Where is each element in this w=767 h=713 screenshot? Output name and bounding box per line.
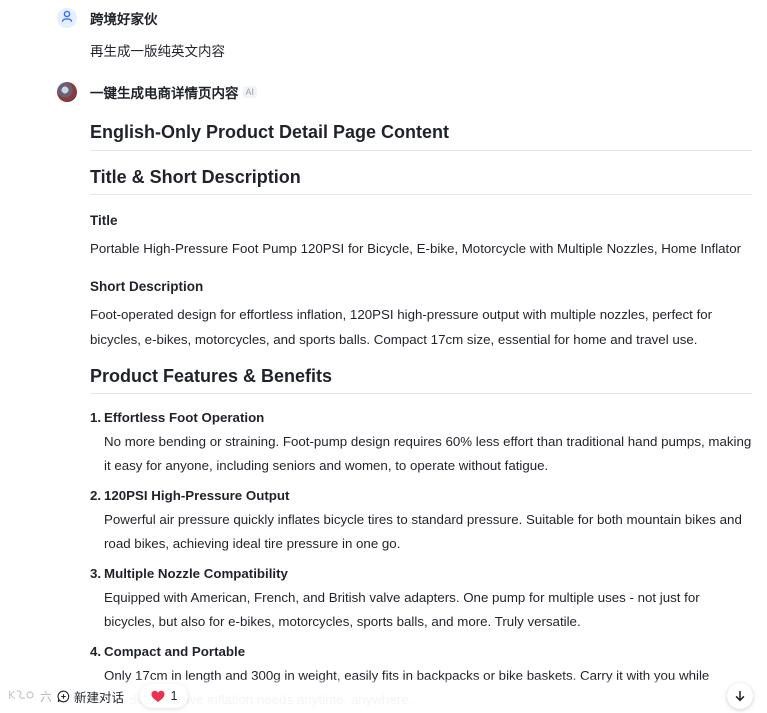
like-button[interactable]: 1 xyxy=(140,684,188,708)
arrow-down-icon xyxy=(734,690,746,702)
user-avatar[interactable] xyxy=(57,8,77,28)
list-item: 2. 120PSI High-Pressure Output Powerful … xyxy=(90,484,752,556)
list-item-title: Compact and Portable xyxy=(104,644,246,659)
user-message-header: 跨境好家伙 xyxy=(57,8,158,28)
section-title-short-description: Title & Short Description xyxy=(90,167,752,195)
watermark: K 六 xyxy=(8,688,52,705)
chat-plus-icon xyxy=(57,690,70,703)
watermark-logo-icon: K xyxy=(8,688,38,705)
chat-page: 跨境好家伙 再生成一版纯英文内容 一键生成电商详情页内容 AI English-… xyxy=(0,0,767,713)
bot-name: 一键生成电商详情页内容 xyxy=(90,86,239,101)
list-item-title: Effortless Foot Operation xyxy=(104,410,265,425)
short-description-text: Foot-operated design for effortless infl… xyxy=(90,307,713,347)
heart-icon xyxy=(151,690,165,703)
list-item-description: No more bending or straining. Foot-pump … xyxy=(104,434,752,473)
new-chat-button[interactable]: 新建对话 xyxy=(51,684,131,708)
ai-badge: AI xyxy=(242,86,258,98)
new-chat-label: 新建对话 xyxy=(74,690,125,705)
title-text: Portable High-Pressure Foot Pump 120PSI … xyxy=(90,241,742,256)
list-item-description: Equipped with American, French, and Brit… xyxy=(104,590,700,629)
list-item-number: 4. xyxy=(90,644,102,659)
list-item-number: 2. xyxy=(90,488,102,503)
list-item-description: Powerful air pressure quickly inflates b… xyxy=(104,512,742,551)
short-description-label: Short Description xyxy=(90,279,204,294)
list-item: 1. Effortless Foot Operation No more ben… xyxy=(90,406,752,478)
section-features-benefits: Product Features & Benefits xyxy=(90,366,752,394)
content-heading: English-Only Product Detail Page Content xyxy=(90,118,752,151)
like-count: 1 xyxy=(170,689,178,703)
user-name: 跨境好家伙 xyxy=(90,12,158,27)
bot-message-header: 一键生成电商详情页内容 AI xyxy=(57,82,258,102)
list-item-number: 1. xyxy=(90,410,102,425)
user-message-text: 再生成一版纯英文内容 xyxy=(90,44,225,59)
title-label: Title xyxy=(90,213,118,228)
bot-message-content: English-Only Product Detail Page Content… xyxy=(90,118,752,713)
list-item-title: Multiple Nozzle Compatibility xyxy=(104,566,288,581)
user-icon xyxy=(60,9,74,28)
list-item: 3. Multiple Nozzle Compatibility Equippe… xyxy=(90,562,752,634)
scroll-to-bottom-button[interactable] xyxy=(727,683,753,709)
list-item-title: 120PSI High-Pressure Output xyxy=(104,488,290,503)
features-list: 1. Effortless Foot Operation No more ben… xyxy=(90,406,752,712)
list-item-number: 3. xyxy=(90,566,102,581)
bot-avatar[interactable] xyxy=(57,82,77,102)
svg-text:K: K xyxy=(8,689,16,702)
